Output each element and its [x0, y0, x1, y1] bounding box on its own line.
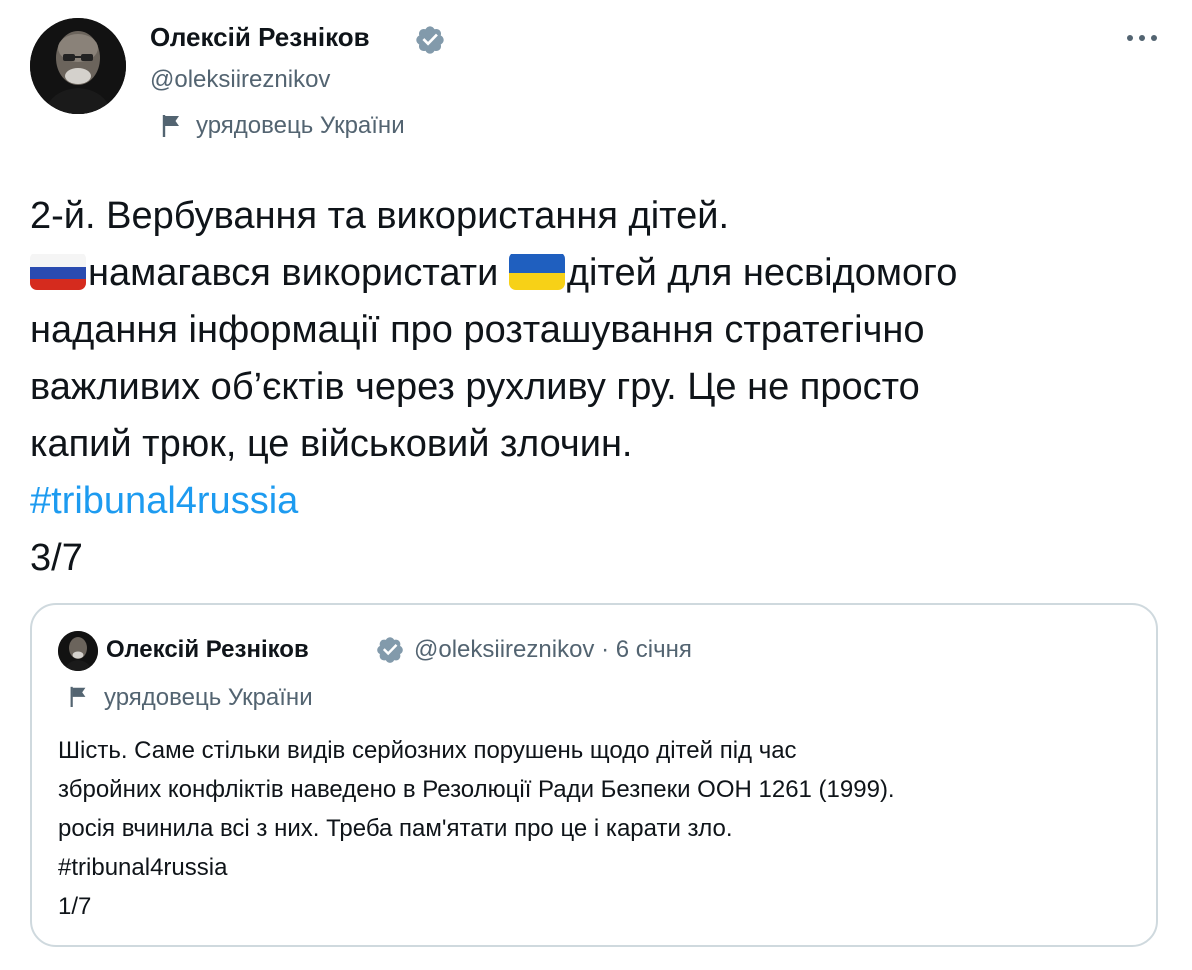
quoted-author-handle[interactable]: @oleksiireznikov [414, 636, 594, 663]
affiliation-label: урядовець України [196, 112, 405, 139]
tweet-line-3: надання інформації про розташування стра… [30, 309, 925, 351]
quoted-line-3: росія вчинила всі з них. Треба пам'ятати… [58, 815, 733, 842]
tweet-line-1: 2-й. Вербування та використання дітей. [30, 195, 730, 237]
flag-icon [162, 115, 179, 137]
quoted-hashtag: #tribunal4russia [58, 854, 228, 881]
tweet-line-2-part-2: дітей для несвідомого [566, 252, 958, 294]
hashtag-link[interactable]: #tribunal4russia [30, 480, 298, 522]
tweet-line-2-part-1: намагався використати [88, 252, 509, 294]
tweet-text: 2-й. Вербування та використання дітей. н… [30, 188, 1170, 587]
quoted-author-avatar[interactable] [58, 631, 98, 671]
quoted-date[interactable]: 6 січня [616, 636, 692, 663]
tweet-line-2: намагався використати дітей для несвідом… [30, 245, 1170, 302]
quoted-hashtag-line: #tribunal4russia [58, 848, 1138, 887]
russia-flag-emoji [30, 252, 86, 290]
author-name[interactable]: Олексій Резніков [150, 22, 370, 53]
quoted-flag-icon [70, 686, 86, 707]
quoted-verified-badge-icon [377, 637, 403, 663]
tweet-line-5: капий трюк, це військовий злочин. [30, 423, 633, 465]
quoted-tweet-text: Шість. Саме стільки видів серйозних пору… [58, 731, 1138, 926]
quoted-thread-counter: 1/7 [58, 893, 92, 920]
quoted-affiliation-label: урядовець України [104, 684, 313, 711]
ukraine-flag-emoji [508, 252, 565, 290]
quoted-tweet[interactable]: Олексій Резніков @oleksiireznikov · 6 сі… [30, 603, 1158, 947]
author-handle[interactable]: @oleksiireznikov [150, 66, 330, 94]
more-options-icon[interactable] [1124, 28, 1160, 48]
thread-counter: 3/7 [30, 537, 83, 579]
tweet: Олексій Резніков @oleksiireznikov урядов… [0, 0, 1192, 970]
verified-badge-icon [416, 26, 444, 54]
quoted-author-name[interactable]: Олексій Резніков [106, 636, 309, 664]
tweet-hashtag-line: #tribunal4russia [30, 473, 1170, 530]
author-avatar[interactable] [30, 18, 126, 114]
quoted-meta: @oleksiireznikov · 6 січня [414, 636, 692, 664]
quoted-separator: · [594, 636, 616, 663]
tweet-line-4: важливих об’єктів через рухливу гру. Це … [30, 366, 920, 408]
quoted-line-1: Шість. Саме стільки видів серйозних пору… [58, 737, 797, 764]
quoted-line-2: збройних конфліктів наведено в Резолюції… [58, 776, 895, 803]
